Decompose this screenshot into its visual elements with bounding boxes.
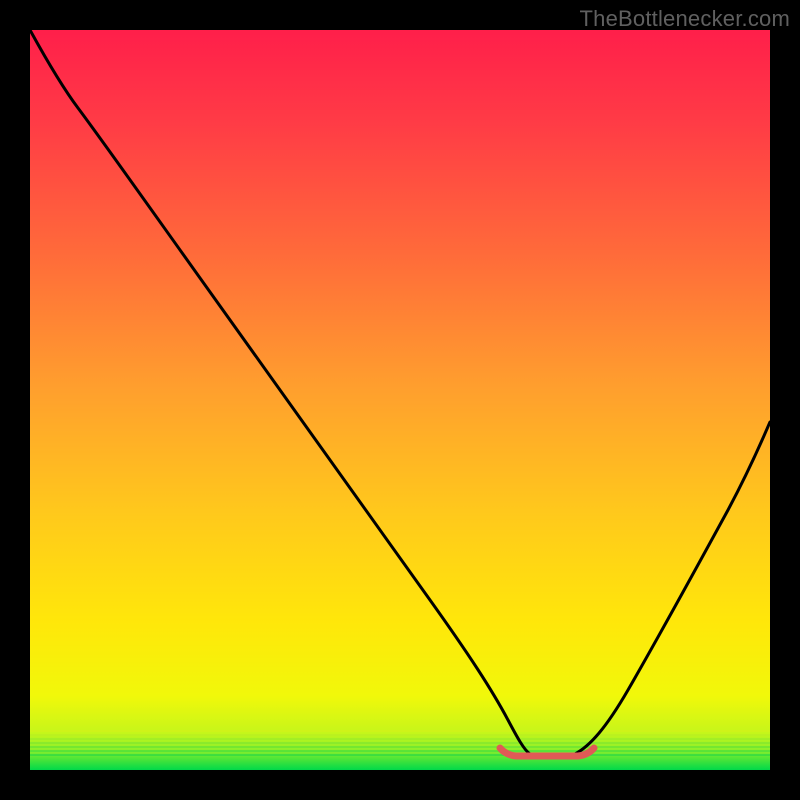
gradient-background bbox=[30, 30, 770, 770]
watermark-text: TheBottlenecker.com bbox=[580, 6, 790, 32]
chart-frame bbox=[30, 30, 770, 770]
bottleneck-chart bbox=[30, 30, 770, 770]
